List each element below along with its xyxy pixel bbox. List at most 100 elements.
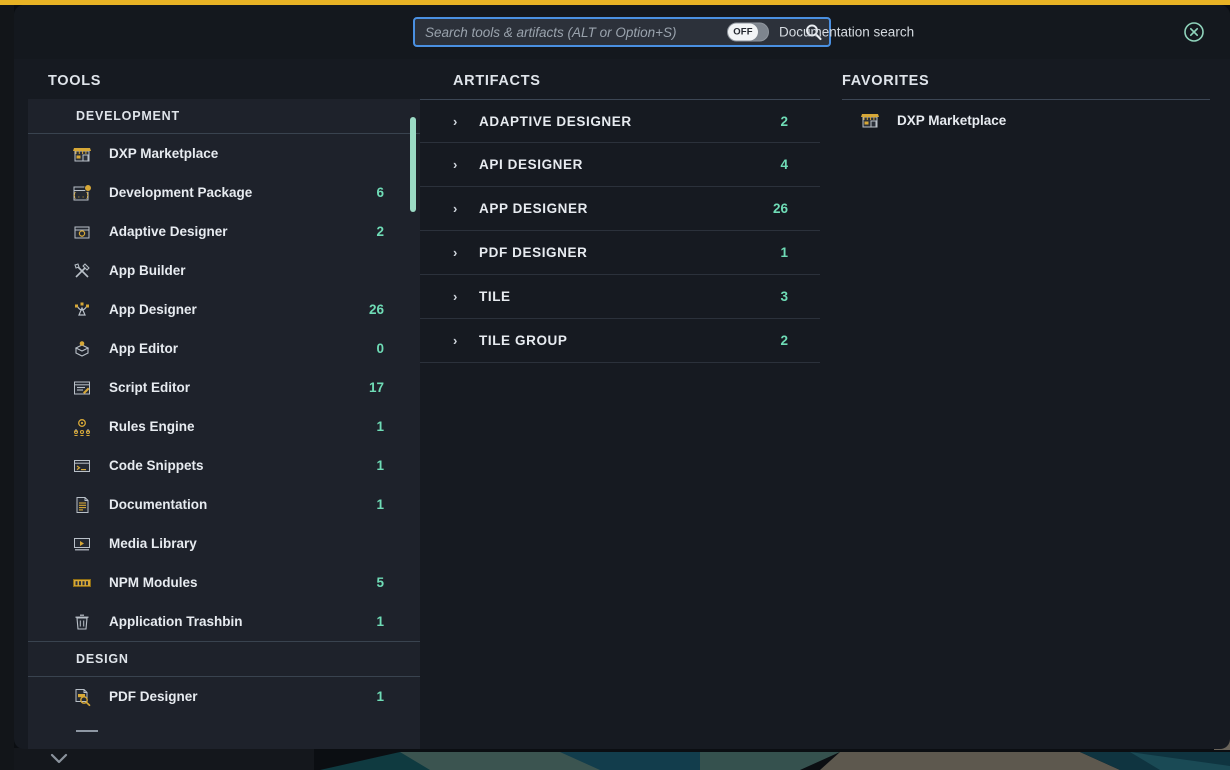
tool-row[interactable]: Media Library xyxy=(28,524,420,563)
pdf-magnifier-icon xyxy=(72,687,92,707)
artifact-label: ADAPTIVE DESIGNER xyxy=(479,113,632,129)
tools-scrollbar-thumb[interactable] xyxy=(410,117,416,212)
chevron-down-icon[interactable] xyxy=(50,752,68,766)
chevron-right-icon[interactable]: › xyxy=(453,334,465,347)
artifact-label: API DESIGNER xyxy=(479,157,583,172)
artifact-row[interactable]: › PDF DESIGNER 1 xyxy=(420,231,820,275)
document-lines-icon xyxy=(72,495,92,515)
open-box-icon xyxy=(72,339,92,359)
tool-row[interactable]: Application Trashbin 1 xyxy=(28,602,420,641)
tool-label: App Editor xyxy=(109,341,178,356)
npm-box-icon xyxy=(72,573,92,593)
tools-list: DEVELOPMENT DXP Marketplace {..} Develop… xyxy=(28,99,420,732)
media-play-icon xyxy=(72,534,92,554)
artifact-label: TILE xyxy=(479,289,511,304)
tool-label: DXP Marketplace xyxy=(109,146,219,161)
tool-label: App Designer xyxy=(109,302,197,317)
tool-label: NPM Modules xyxy=(109,575,198,590)
documentation-search-toggle[interactable]: OFF xyxy=(727,22,769,42)
artifact-count: 4 xyxy=(780,157,788,172)
artifact-label: PDF DESIGNER xyxy=(479,245,588,260)
tool-label: Development Package xyxy=(109,185,253,200)
tool-label: Application Trashbin xyxy=(109,614,243,629)
tool-count: 6 xyxy=(376,185,384,200)
chevron-right-icon[interactable]: › xyxy=(453,246,465,259)
tool-count: 26 xyxy=(368,302,384,317)
tool-count: 1 xyxy=(376,689,384,704)
documentation-search-group: OFF Documentation search xyxy=(727,22,915,42)
launcher-overlay: OFF Documentation search TOOLS DEVELOPME… xyxy=(14,5,1230,749)
tool-row[interactable]: App Builder xyxy=(28,251,420,290)
tool-count: 1 xyxy=(376,614,384,629)
tool-row[interactable]: Rules Engine 1 xyxy=(28,407,420,446)
tools-section-header: DEVELOPMENT xyxy=(28,99,420,134)
chevron-right-icon[interactable]: › xyxy=(453,202,465,215)
artifact-count: 1 xyxy=(780,245,788,260)
artifacts-column: ARTIFACTS › ADAPTIVE DESIGNER 2 › API DESIGN… xyxy=(420,59,820,749)
artifact-count: 2 xyxy=(780,113,788,129)
launcher-columns: TOOLS DEVELOPMENT DXP Marketplace {..} D… xyxy=(14,59,1230,749)
tool-label: Code Snippets xyxy=(109,458,204,473)
tools-cross-icon xyxy=(72,261,92,281)
tool-row[interactable]: App Editor 0 xyxy=(28,329,420,368)
tool-count: 5 xyxy=(376,575,384,590)
tool-row[interactable]: PDF Designer 1 xyxy=(28,677,420,716)
close-circle-icon[interactable] xyxy=(1183,21,1205,43)
artifact-label: TILE GROUP xyxy=(479,333,568,348)
artifacts-column-title: ARTIFACTS xyxy=(453,73,541,89)
toggle-knob-label: OFF xyxy=(728,23,758,41)
artifact-row[interactable]: › APP DESIGNER 26 xyxy=(420,187,820,231)
tool-count: 0 xyxy=(376,341,384,356)
artifact-row[interactable]: › ADAPTIVE DESIGNER 2 xyxy=(420,99,820,143)
search-header: OFF Documentation search xyxy=(14,5,1230,59)
script-pencil-icon xyxy=(72,378,92,398)
gear-people-icon xyxy=(72,417,92,437)
tool-row[interactable]: App Designer 26 xyxy=(28,290,420,329)
artifact-row[interactable]: › TILE 3 xyxy=(420,275,820,319)
code-window-icon xyxy=(72,456,92,476)
tool-count: 1 xyxy=(376,458,384,473)
storefront-icon xyxy=(72,144,92,164)
tool-label: Media Library xyxy=(109,536,197,551)
tool-row[interactable]: NPM Modules 5 xyxy=(28,563,420,602)
lightbulb-window-icon xyxy=(72,222,92,242)
artifact-row[interactable]: › API DESIGNER 4 xyxy=(420,143,820,187)
chevron-right-icon[interactable]: › xyxy=(453,290,465,303)
artifact-count: 2 xyxy=(780,333,788,348)
svg-text:{..}: {..} xyxy=(73,191,90,199)
tools-list-end-marker xyxy=(76,730,98,732)
favorites-list: DXP Marketplace xyxy=(842,99,1210,140)
documentation-search-label: Documentation search xyxy=(779,24,915,40)
artifact-label: APP DESIGNER xyxy=(479,201,588,216)
chevron-right-icon[interactable]: › xyxy=(453,115,465,128)
tool-label: App Builder xyxy=(109,263,186,278)
artifact-count: 3 xyxy=(780,289,788,304)
artifact-row[interactable]: › TILE GROUP 2 xyxy=(420,319,820,363)
tool-row[interactable]: Documentation 1 xyxy=(28,485,420,524)
favorite-row[interactable]: DXP Marketplace xyxy=(842,100,1210,140)
tool-row[interactable]: Adaptive Designer 2 xyxy=(28,212,420,251)
tool-row[interactable]: {..} Development Package 6 xyxy=(28,173,420,212)
tool-count: 1 xyxy=(376,419,384,434)
tool-label: Adaptive Designer xyxy=(109,224,228,239)
bezier-pen-icon xyxy=(72,300,92,320)
left-rail xyxy=(0,5,14,770)
tool-count: 1 xyxy=(376,497,384,512)
artifacts-list: › ADAPTIVE DESIGNER 2 › API DESIGNER 4 › APP DE… xyxy=(420,99,820,363)
tools-scroll-area[interactable]: DEVELOPMENT DXP Marketplace {..} Develop… xyxy=(28,99,420,749)
tool-row[interactable]: Script Editor 17 xyxy=(28,368,420,407)
tool-row[interactable]: DXP Marketplace xyxy=(28,134,420,173)
tool-label: Script Editor xyxy=(109,380,191,395)
tools-scrollbar[interactable] xyxy=(410,107,416,741)
tools-section-header: DESIGN xyxy=(28,641,420,677)
tools-column-title: TOOLS xyxy=(48,73,102,89)
package-window-icon: {..} xyxy=(72,183,92,203)
trash-icon xyxy=(72,612,92,632)
favorites-column: FAVORITES DXP Marketplace xyxy=(820,59,1230,749)
tool-label: Documentation xyxy=(109,497,208,512)
favorite-label: DXP Marketplace xyxy=(897,112,1007,128)
tool-label: PDF Designer xyxy=(109,689,198,704)
chevron-right-icon[interactable]: › xyxy=(453,158,465,171)
tool-row[interactable]: Code Snippets 1 xyxy=(28,446,420,485)
tool-count: 17 xyxy=(368,380,384,395)
